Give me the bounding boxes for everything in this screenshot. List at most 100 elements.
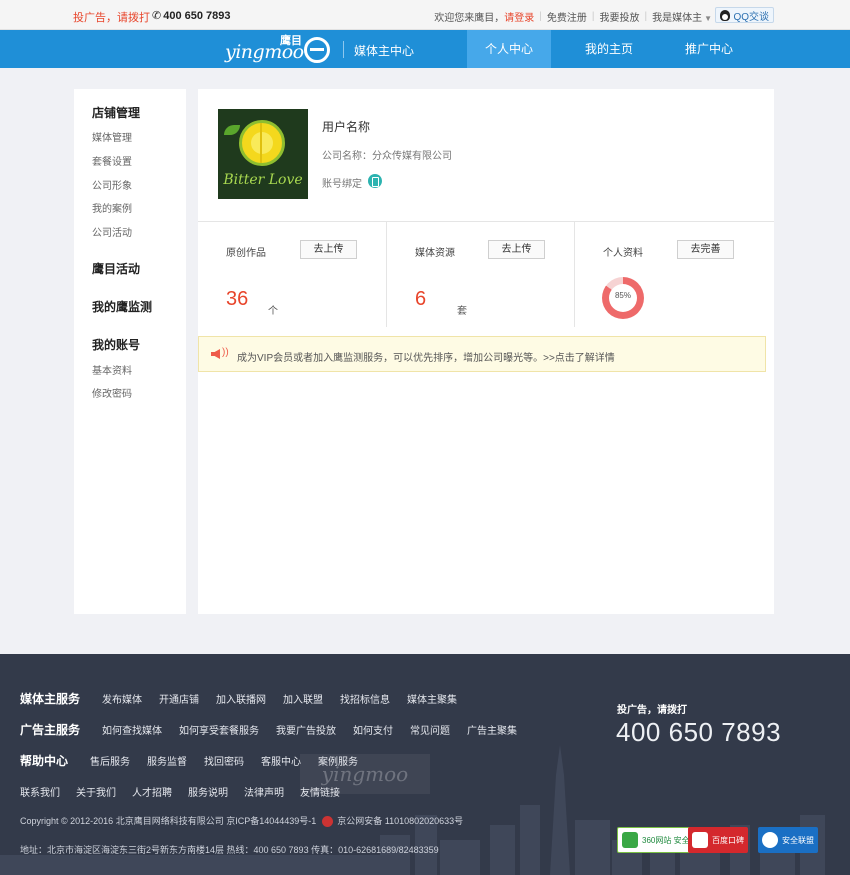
footer-hotline-title: 投广告，请拨打	[617, 705, 687, 716]
police-badge-icon	[322, 816, 334, 828]
sidebar-group-shop[interactable]: 店铺管理	[92, 104, 140, 121]
sidebar-item-media[interactable]: 媒体管理	[92, 129, 132, 144]
login-link[interactable]: 请登录	[504, 9, 534, 24]
footer-link[interactable]: 联系我们	[20, 784, 60, 799]
speaker-waves: ))	[222, 347, 229, 358]
stat-unit: 套	[457, 306, 467, 317]
footer-link[interactable]: 如何查找媒体	[102, 722, 162, 737]
profile-progress-ring: 85%	[602, 277, 644, 319]
footer-row-help: 帮助中心 售后服务 服务监督 找回密码 客服中心 案例服务	[20, 752, 375, 769]
footer-link[interactable]: 人才招聘	[132, 784, 172, 799]
baidu-icon	[692, 832, 708, 848]
footer: yingmoo 媒体主服务 发布媒体 开通店铺 加入联播网 加入联盟 找招标信息…	[0, 654, 850, 875]
separator: |	[644, 11, 648, 22]
footer-row-advertiser: 广告主服务 如何查找媒体 如何享受套餐服务 我要广告投放 如何支付 常见问题 广…	[20, 721, 534, 738]
register-link[interactable]: 免费注册	[547, 9, 587, 24]
role-label: 我是媒体主	[652, 13, 703, 24]
top-bar: 投广告，请拨打 ✆ 400 650 7893 欢迎您来鹰目， 请登录 | 免费注册…	[0, 0, 850, 30]
sidebar-item-company-events[interactable]: 公司活动	[92, 224, 132, 239]
footer-link[interactable]: 找招标信息	[340, 691, 390, 706]
stat-value: 6	[415, 288, 427, 310]
footer-link[interactable]: 我要广告投放	[276, 722, 336, 737]
stat-label: 媒体资源	[415, 248, 455, 259]
sidebar-group-account[interactable]: 我的账号	[92, 336, 140, 353]
footer-link[interactable]: 客服中心	[261, 753, 301, 768]
footer-row-title: 媒体主服务	[20, 692, 81, 706]
sidebar-group-monitor[interactable]: 我的鹰监测	[92, 298, 152, 315]
footer-link[interactable]: 发布媒体	[102, 691, 142, 706]
footer-row-media-owner: 媒体主服务 发布媒体 开通店铺 加入联播网 加入联盟 找招标信息 媒体主聚集	[20, 690, 474, 707]
progress-text: 85%	[614, 291, 631, 300]
footer-link[interactable]: 案例服务	[318, 753, 358, 768]
sidebar-item-change-password[interactable]: 修改密码	[92, 385, 132, 400]
account-bind-label: 账号绑定	[322, 179, 362, 190]
footer-link[interactable]: 开通店铺	[159, 691, 199, 706]
footer-link[interactable]: 加入联播网	[216, 691, 266, 706]
footer-link[interactable]: 找回密码	[204, 753, 244, 768]
badge-baidu[interactable]: 百度口碑	[688, 827, 748, 853]
sidebar-item-basic-info[interactable]: 基本资料	[92, 362, 132, 377]
upload-works-button[interactable]: 去上传	[300, 240, 357, 259]
police-record: 京公网安备 11010802020633号	[337, 816, 464, 826]
sidebar-item-cases[interactable]: 我的案例	[92, 200, 132, 215]
footer-link[interactable]: 法律声明	[244, 784, 284, 799]
logo-e-icon	[304, 37, 330, 63]
stat-media-resources: 媒体资源 去上传 6 套	[387, 222, 575, 327]
sidebar-group-events[interactable]: 鹰目活动	[92, 260, 140, 277]
role-dropdown[interactable]: 我是媒体主 ▼	[652, 9, 712, 24]
footer-row-title: 帮助中心	[20, 754, 69, 768]
tab-my-homepage[interactable]: 我的主页	[567, 30, 651, 68]
phone-icon: ✆	[152, 10, 162, 22]
main-panel: Bitter Love 用户名称 公司名称：分众传媒有限公司 账号绑定 原创作品…	[198, 89, 774, 614]
shield-check-icon	[622, 832, 638, 848]
qq-label: QQ交谈	[733, 11, 769, 23]
footer-link[interactable]: 广告主聚集	[467, 722, 517, 737]
footer-row-title: 广告主服务	[20, 723, 81, 737]
footer-link[interactable]: 服务说明	[188, 784, 228, 799]
footer-link[interactable]: 如何支付	[353, 722, 393, 737]
footer-hotline-number: 400 650 7893	[616, 717, 782, 747]
nav-divider	[343, 41, 344, 58]
sidebar-item-packages[interactable]: 套餐设置	[92, 153, 132, 168]
footer-info-links: 联系我们 关于我们 人才招聘 服务说明 法律声明 友情链接	[20, 784, 340, 799]
nav-subtitle: 媒体主中心	[354, 44, 415, 58]
qq-icon	[720, 9, 731, 21]
tab-promotion-center[interactable]: 推广中心	[667, 30, 751, 68]
footer-link[interactable]: 关于我们	[76, 784, 116, 799]
footer-link[interactable]: 友情链接	[300, 784, 340, 799]
complete-profile-button[interactable]: 去完善	[677, 240, 734, 259]
sidebar-item-company-image[interactable]: 公司形象	[92, 177, 132, 192]
footer-link[interactable]: 服务监督	[147, 753, 187, 768]
advertise-link[interactable]: 我要投放	[599, 9, 639, 24]
tab-personal-center[interactable]: 个人中心	[467, 30, 551, 68]
logo-cn: 鹰目	[280, 35, 302, 47]
copyright: Copyright © 2012-2016 北京鹰目网络科技有限公司 京ICP备…	[20, 814, 464, 828]
promo-text: 投广告，请拨打	[73, 12, 150, 24]
mobile-icon[interactable]	[368, 174, 382, 188]
qq-chat-button[interactable]: QQ交谈	[715, 7, 774, 23]
notice-text: 成为VIP会员或者加入鹰监测服务，可以优先排序，增加公司曝光等。>>点击了解详情	[237, 353, 615, 364]
stat-original-works: 原创作品 去上传 36 个	[198, 222, 386, 327]
footer-link[interactable]: 售后服务	[90, 753, 130, 768]
footer-link[interactable]: 加入联盟	[283, 691, 323, 706]
vip-notice[interactable]: )) 成为VIP会员或者加入鹰监测服务，可以优先排序，增加公司曝光等。>>点击了…	[198, 336, 766, 372]
copyright-text: Copyright © 2012-2016 北京鹰目网络科技有限公司 京ICP备…	[20, 816, 317, 826]
chevron-down-icon: ▼	[704, 14, 712, 23]
welcome-text: 欢迎您来鹰目，	[434, 13, 505, 24]
separator: |	[539, 11, 542, 22]
footer-link[interactable]: 媒体主聚集	[407, 691, 457, 706]
main-nav: 媒体主中心 个人中心 我的主页 推广中心	[0, 30, 850, 68]
leaf-shape	[224, 125, 240, 135]
badge-security-alliance[interactable]: 安全联盟	[758, 827, 818, 853]
upload-media-button[interactable]: 去上传	[488, 240, 545, 259]
badge-label: 安全联盟	[782, 835, 814, 845]
footer-link[interactable]: 常见问题	[410, 722, 450, 737]
top-phone-number: 400 650 7893	[163, 10, 231, 22]
company-name: 公司名称：分众传媒有限公司	[322, 151, 452, 162]
stat-label: 原创作品	[226, 248, 266, 259]
separator: |	[591, 11, 595, 22]
avatar[interactable]: Bitter Love	[218, 109, 308, 199]
footer-address: 地址：北京市海淀区海淀东三街2号新东方南楼14层 热线：400 650 7893…	[20, 845, 439, 855]
footer-link[interactable]: 如何享受套餐服务	[179, 722, 259, 737]
sidebar: 店铺管理 媒体管理 套餐设置 公司形象 我的案例 公司活动 鹰目活动 我的鹰监测…	[74, 89, 186, 614]
